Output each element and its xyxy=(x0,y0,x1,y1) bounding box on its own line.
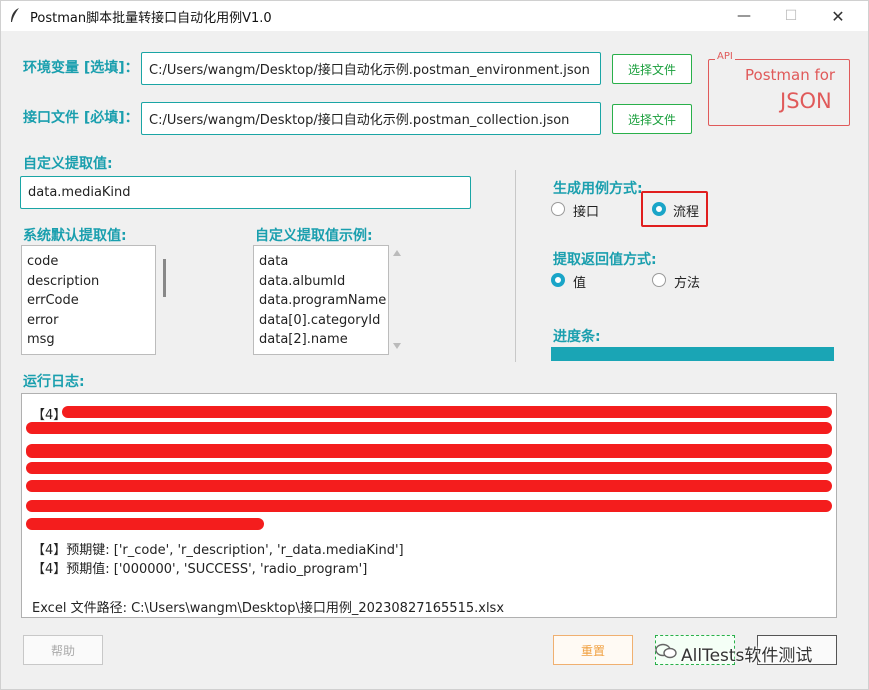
custom-list-scrollbar[interactable] xyxy=(390,245,404,355)
env-path-input[interactable]: C:/Users/wangm/Desktop/接口自动化示例.postman_e… xyxy=(141,52,601,85)
api-choose-file-button[interactable]: 选择文件 xyxy=(612,104,692,134)
api-frame-legend: API xyxy=(715,51,735,62)
gen-mode-api-label[interactable]: 接口 xyxy=(573,201,599,220)
window-title: Postman脚本批量转接口自动化用例V1.0 xyxy=(30,11,272,26)
list-item[interactable]: data[0].categoryId xyxy=(259,311,388,331)
list-item[interactable]: description xyxy=(27,272,155,292)
env-choose-file-button[interactable]: 选择文件 xyxy=(612,54,692,84)
list-item[interactable]: data.albumId xyxy=(259,272,388,292)
progress-fill xyxy=(551,347,834,361)
maximize-icon: ☐ xyxy=(784,8,798,24)
return-mode-label: 提取返回值方式: xyxy=(553,252,657,268)
feather-icon xyxy=(11,8,19,22)
return-mode-method-radio[interactable] xyxy=(652,273,666,287)
log-line-prefix: 【4】 xyxy=(32,408,67,423)
progress-bar xyxy=(551,347,834,361)
list-item[interactable]: data xyxy=(259,252,388,272)
redaction-bar xyxy=(26,500,832,512)
list-item[interactable]: errCode xyxy=(27,291,155,311)
api-frame-line1: Postman for xyxy=(745,66,836,84)
list-item[interactable]: data[2].name xyxy=(259,330,388,350)
scroll-down-icon[interactable] xyxy=(393,343,401,349)
api-file-path-input[interactable]: C:/Users/wangm/Desktop/接口自动化示例.postman_c… xyxy=(141,102,601,135)
close-button[interactable]: ✕ xyxy=(815,1,861,31)
reset-button[interactable]: 重置 xyxy=(553,635,633,665)
list-item[interactable]: data.programName xyxy=(259,291,388,311)
separator xyxy=(515,170,516,362)
minimize-icon: — xyxy=(737,8,751,24)
list-item[interactable]: code xyxy=(27,252,155,272)
watermark-text: AllTests软件测试 xyxy=(681,646,813,666)
api-file-label: 接口文件 [必填]： xyxy=(23,110,139,126)
gen-mode-flow-label[interactable]: 流程 xyxy=(673,201,699,220)
log-values-line: 【4】预期值: ['000000', 'SUCCESS', 'radio_pro… xyxy=(32,562,368,577)
scroll-up-icon[interactable] xyxy=(393,250,401,256)
custom-extract-label: 自定义提取值: xyxy=(23,156,113,172)
redaction-bar xyxy=(26,444,832,458)
log-label: 运行日志: xyxy=(23,374,85,390)
gen-mode-api-radio[interactable] xyxy=(551,202,565,216)
log-keys-line: 【4】预期键: ['r_code', 'r_description', 'r_d… xyxy=(32,543,404,558)
progress-label: 进度条: xyxy=(553,329,601,345)
api-frame-line2: JSON xyxy=(780,89,832,113)
scrollbar-thumb[interactable] xyxy=(163,259,166,297)
gen-mode-flow-radio[interactable] xyxy=(652,202,666,216)
env-label: 环境变量 [选填]： xyxy=(23,60,139,76)
default-extract-list[interactable]: code description errCode error msg xyxy=(21,245,156,355)
log-path-line: Excel 文件路径: C:\Users\wangm\Desktop\接口用例_… xyxy=(32,601,505,616)
return-mode-value-radio[interactable] xyxy=(551,273,565,287)
default-extract-label: 系统默认提取值: xyxy=(23,228,127,244)
help-button[interactable]: 帮助 xyxy=(23,635,103,665)
gen-mode-label: 生成用例方式: xyxy=(553,181,643,197)
redaction-bar xyxy=(26,518,264,530)
wechat-icon xyxy=(655,643,677,659)
redaction-bar xyxy=(26,480,832,492)
list-item[interactable]: error xyxy=(27,311,155,331)
custom-examples-label: 自定义提取值示例: xyxy=(255,228,373,244)
custom-extract-input[interactable]: data.mediaKind xyxy=(20,176,471,209)
log-area[interactable]: 【4】 【4】预期键: ['r_code', 'r_description', … xyxy=(21,393,837,618)
redaction-bar xyxy=(62,406,832,418)
list-item[interactable]: msg xyxy=(27,330,155,350)
minimize-button[interactable]: — xyxy=(721,1,767,31)
maximize-button[interactable]: ☐ xyxy=(768,1,814,31)
custom-examples-list[interactable]: data data.albumId data.programName data[… xyxy=(253,245,389,355)
return-mode-value-label[interactable]: 值 xyxy=(573,272,586,291)
redaction-bar xyxy=(26,422,832,434)
redaction-bar xyxy=(26,462,832,474)
return-mode-method-label[interactable]: 方法 xyxy=(674,272,700,291)
default-list-scrollbar[interactable] xyxy=(157,245,173,355)
close-icon: ✕ xyxy=(831,6,845,26)
